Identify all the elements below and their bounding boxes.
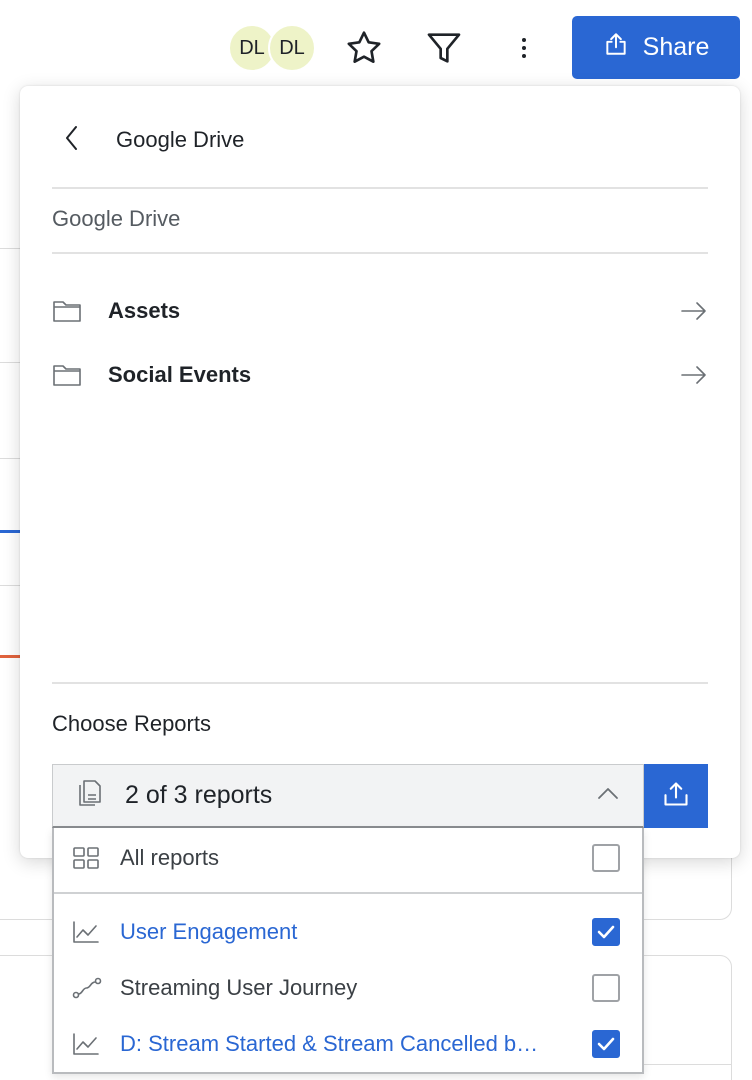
divider <box>52 252 708 254</box>
dropdown-item-all-reports[interactable]: All reports <box>54 830 642 886</box>
dropdown-item-stream-started-cancelled[interactable]: D: Stream Started & Stream Cancelled b… <box>54 1016 642 1072</box>
share-button[interactable]: Share <box>572 16 740 79</box>
checkbox[interactable] <box>592 974 620 1002</box>
line-chart-icon <box>72 1032 102 1056</box>
dropdown-item-label: Streaming User Journey <box>120 975 358 1000</box>
checkbox-checked[interactable] <box>592 1030 620 1058</box>
bg-divider <box>0 585 22 586</box>
chevron-left-icon <box>64 125 80 156</box>
reports-dropdown-list: All reports User Engagement Streaming Us… <box>52 828 644 1074</box>
bg-divider <box>640 1064 732 1065</box>
folder-item-assets[interactable]: Assets <box>52 286 708 336</box>
folder-name: Assets <box>108 298 181 323</box>
folder-item-social-events[interactable]: Social Events <box>52 350 708 400</box>
checkbox[interactable] <box>592 844 620 872</box>
folder-icon <box>52 363 84 387</box>
bg-divider <box>0 458 22 459</box>
divider <box>54 892 642 894</box>
reports-select-value: 2 of 3 reports <box>125 781 273 809</box>
chevron-up-icon <box>597 786 619 805</box>
bg-divider <box>0 362 22 363</box>
bg-divider <box>0 248 22 249</box>
popover-header: Google Drive <box>52 116 708 164</box>
avatar[interactable]: DL <box>268 24 316 72</box>
arrow-right-icon[interactable] <box>676 301 708 321</box>
divider <box>52 187 708 189</box>
star-icon[interactable] <box>340 24 388 72</box>
folder-icon <box>52 299 84 323</box>
export-button[interactable] <box>644 764 708 828</box>
choose-reports-label: Choose Reports <box>52 711 211 736</box>
line-chart-icon <box>72 920 102 944</box>
reports-select[interactable]: 2 of 3 reports <box>52 764 644 828</box>
checkbox-checked[interactable] <box>592 918 620 946</box>
dashboard-grid-icon <box>72 846 102 870</box>
dropdown-item-label: All reports <box>120 845 220 870</box>
journey-icon <box>72 976 102 1000</box>
dropdown-item-label: User Engagement <box>120 919 298 944</box>
share-upload-icon <box>603 31 629 64</box>
dropdown-item-user-engagement[interactable]: User Engagement <box>54 904 642 960</box>
documents-icon <box>77 778 103 813</box>
export-popover: Google Drive Google Drive Assets Social … <box>20 86 740 858</box>
bg-chart-line-orange <box>0 655 22 658</box>
dropdown-item-streaming-user-journey[interactable]: Streaming User Journey <box>54 960 642 1016</box>
filter-icon[interactable] <box>420 24 468 72</box>
more-vertical-icon[interactable] <box>500 24 548 72</box>
share-label: Share <box>642 33 710 61</box>
divider <box>52 682 708 684</box>
upload-icon <box>662 780 690 813</box>
arrow-right-icon[interactable] <box>676 365 708 385</box>
bg-chart-line-blue <box>0 530 22 533</box>
back-button[interactable] <box>52 116 100 164</box>
breadcrumb[interactable]: Google Drive <box>52 206 180 232</box>
popover-title: Google Drive <box>116 127 245 152</box>
folder-name: Social Events <box>108 362 252 387</box>
dropdown-item-label: D: Stream Started & Stream Cancelled b… <box>120 1031 539 1056</box>
